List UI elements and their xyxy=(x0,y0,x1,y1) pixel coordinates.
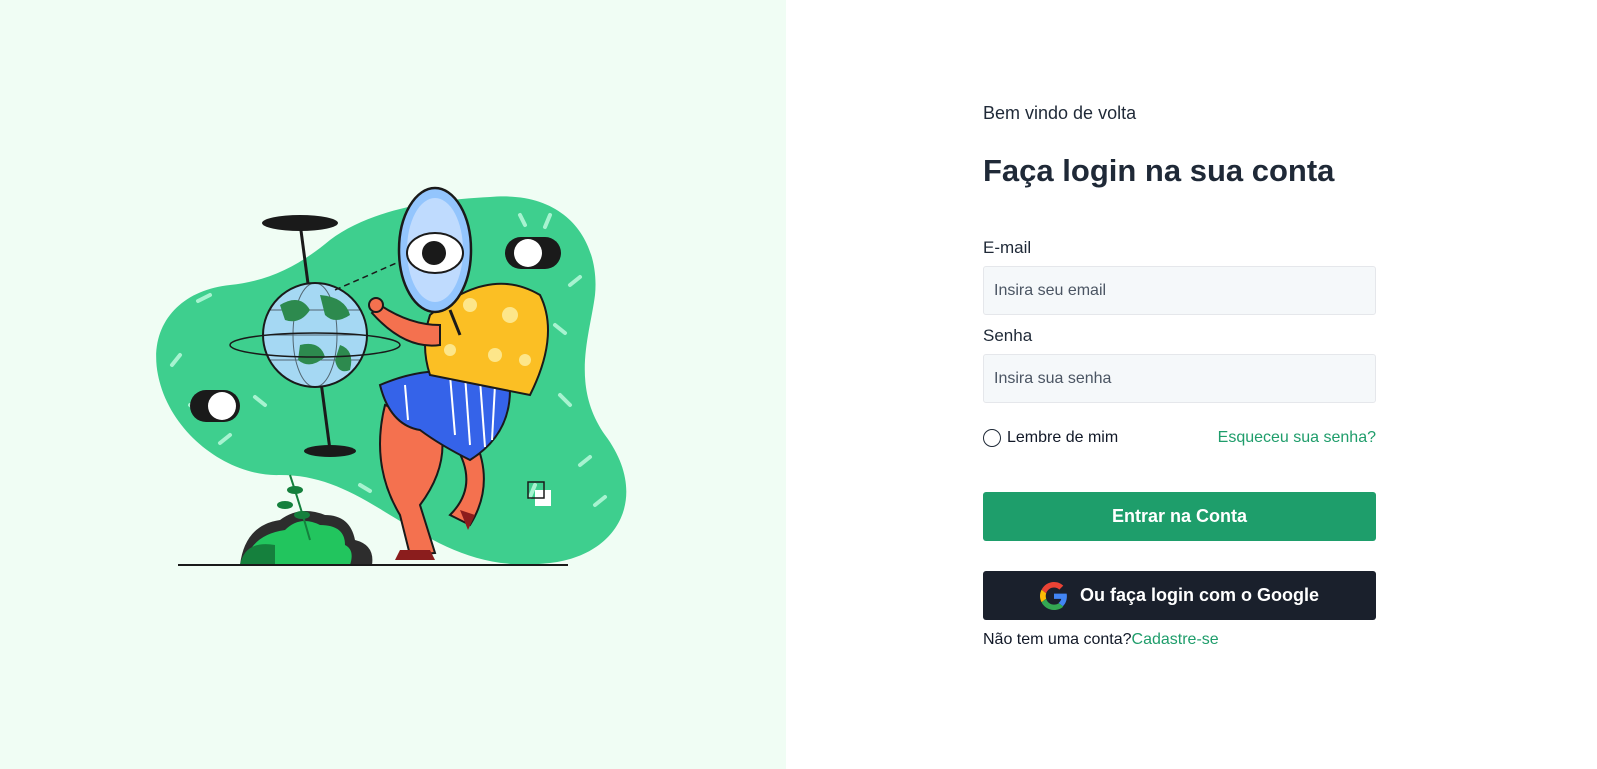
google-login-label: Ou faça login com o Google xyxy=(1079,585,1320,605)
signup-row: Não tem uma conta?Cadastre-se xyxy=(983,630,1376,650)
explorer-globe-illustration xyxy=(156,186,627,566)
options-row: Lembre de mim Esqueceu sua senha? xyxy=(983,427,1376,449)
forgot-password-link[interactable]: Esqueceu sua senha? xyxy=(1218,429,1376,447)
password-input[interactable] xyxy=(983,354,1376,403)
signup-prompt: Não tem uma conta? xyxy=(983,631,1132,648)
remember-me-option[interactable]: Lembre de mim xyxy=(983,429,1118,447)
google-login-button[interactable]: Ou faça login com o Google xyxy=(983,571,1376,620)
login-button[interactable]: Entrar na Conta xyxy=(983,492,1376,541)
signup-link[interactable]: Cadastre-se xyxy=(1132,631,1219,648)
welcome-text: Bem vindo de volta xyxy=(983,103,1137,123)
login-panel: Bem vindo de volta Faça login na sua con… xyxy=(786,0,1597,769)
email-input[interactable] xyxy=(983,266,1376,315)
illustration-panel xyxy=(0,0,786,769)
remember-me-label: Lembre de mim xyxy=(1007,429,1119,446)
password-label: Senha xyxy=(983,326,1033,345)
login-form: Bem vindo de volta Faça login na sua con… xyxy=(983,100,1376,650)
remember-me-radio[interactable] xyxy=(983,429,1001,447)
google-g-icon xyxy=(1039,581,1067,610)
email-label: E-mail xyxy=(983,238,1032,257)
page-title: Faça login na sua conta xyxy=(983,153,1335,188)
